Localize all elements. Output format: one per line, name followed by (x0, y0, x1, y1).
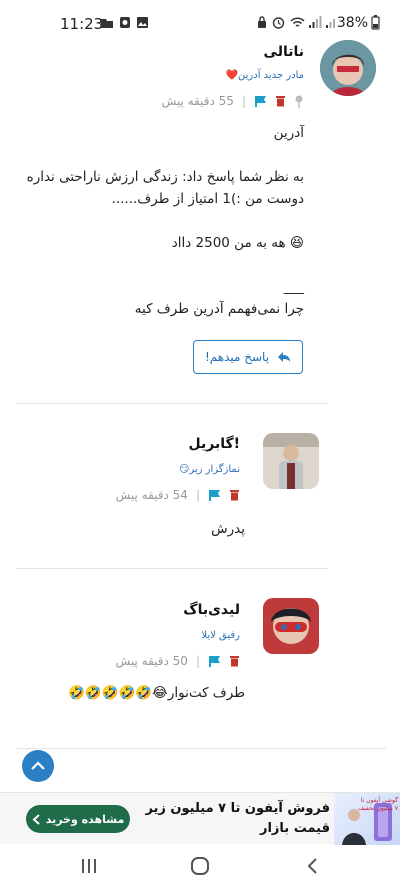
notification-icon (120, 17, 130, 28)
back-icon[interactable] (305, 857, 319, 875)
post-time: 55 دقیقه پیش (161, 94, 234, 108)
alarm-icon (272, 17, 285, 29)
battery-percent: 38% (336, 15, 368, 31)
post-line: 😆 هه به من 2500 دااد (171, 235, 304, 251)
delete-icon[interactable] (229, 655, 240, 667)
ad-headline: فروش آیفون تا ۷ میلیون زیر قیمت بازار (145, 801, 330, 836)
post-body: طرف کت‌نوار😂🤣🤣🤣🤣🤣 (5, 682, 245, 704)
post-author-name[interactable]: گابریل! (188, 436, 240, 452)
post-line: ___ (283, 279, 304, 295)
post-line: آدرین (273, 125, 304, 141)
post-line (24, 210, 304, 232)
post-line: چرا نمی‌فهمم آدرین طرف کیه (134, 301, 304, 317)
post-divider (16, 403, 328, 404)
post-line: دوست من :)1 امتیاز از طرف...... (111, 191, 304, 207)
battery-icon (371, 15, 380, 30)
home-icon[interactable] (190, 856, 210, 876)
post-body: پدرش (45, 518, 245, 540)
flag-icon[interactable] (208, 489, 221, 501)
ad-cta-label: مشاهده وخرید (45, 812, 125, 826)
avatar[interactable] (263, 598, 319, 654)
chevron-left-icon (32, 813, 40, 825)
meta-separator: | (241, 94, 246, 108)
post-line: پدرش (211, 521, 245, 537)
avatar-image (263, 433, 319, 489)
avatar[interactable] (320, 40, 376, 96)
recent-apps-icon[interactable] (80, 857, 98, 875)
ad-image[interactable]: گوشی آیفون تا ۷ میلیون تخفیف (334, 793, 400, 845)
scroll-to-top-button[interactable] (22, 750, 54, 782)
post-meta: | 50 دقیقه پیش (116, 652, 240, 670)
post-meta: | 54 دقیقه پیش (116, 486, 240, 504)
avatar-image (320, 40, 376, 96)
ad-cta-button[interactable]: مشاهده وخرید (26, 805, 130, 833)
status-time: 11:23 (60, 15, 104, 33)
status-bar: 11:23 38% (0, 0, 400, 46)
post-time: 50 دقیقه پیش (115, 654, 188, 668)
ad-image-label: گوشی آیفون تا ۷ میلیون تخفیف (358, 797, 398, 812)
system-nav-bar (0, 845, 400, 889)
post-meta: | 55 دقیقه پیش (162, 92, 304, 110)
lock-icon (258, 16, 266, 28)
reply-button[interactable]: پاسخ میدهم! (193, 340, 303, 374)
avatar[interactable] (263, 433, 319, 489)
avatar-image (263, 598, 319, 654)
signal-2-icon (326, 19, 335, 28)
reply-button-label: پاسخ میدهم! (204, 350, 270, 364)
gallery-icon (137, 17, 148, 28)
post-line (24, 144, 304, 166)
pin-icon[interactable] (294, 95, 304, 108)
chevron-up-icon (31, 761, 45, 770)
ad-banner[interactable]: مشاهده وخرید فروش آیفون تا ۷ میلیون زیر … (0, 792, 400, 845)
post-line: به نظر شما پاسخ داد: زندگی ارزش ناراحتی … (26, 169, 304, 185)
delete-icon[interactable] (229, 489, 240, 501)
post-divider (16, 568, 328, 569)
post-divider (16, 748, 386, 749)
meta-separator: | (195, 654, 200, 668)
reply-arrow-icon (278, 352, 291, 362)
post-author-name[interactable]: ناتالی (264, 44, 304, 60)
flag-icon[interactable] (208, 655, 221, 667)
post-author-name[interactable]: لیدی‌باگ (183, 602, 240, 618)
flag-icon[interactable] (254, 95, 267, 107)
meta-separator: | (195, 488, 200, 502)
folder-icon (101, 19, 113, 28)
post-time: 54 دقیقه پیش (115, 488, 188, 502)
post-line: طرف کت‌نوار😂🤣🤣🤣🤣🤣 (68, 685, 245, 701)
post-body: آدرین به نظر شما پاسخ داد: زندگی ارزش نا… (24, 122, 304, 320)
author-rank: نمازگزار زیر😏 (178, 464, 240, 475)
post-line (24, 254, 304, 276)
author-rank: رفیق لایلا (201, 630, 240, 641)
wifi-icon (290, 17, 305, 27)
signal-icon (309, 16, 322, 28)
delete-icon[interactable] (275, 95, 286, 107)
author-rank: مادر جدید آدرین❤️ (225, 70, 304, 81)
